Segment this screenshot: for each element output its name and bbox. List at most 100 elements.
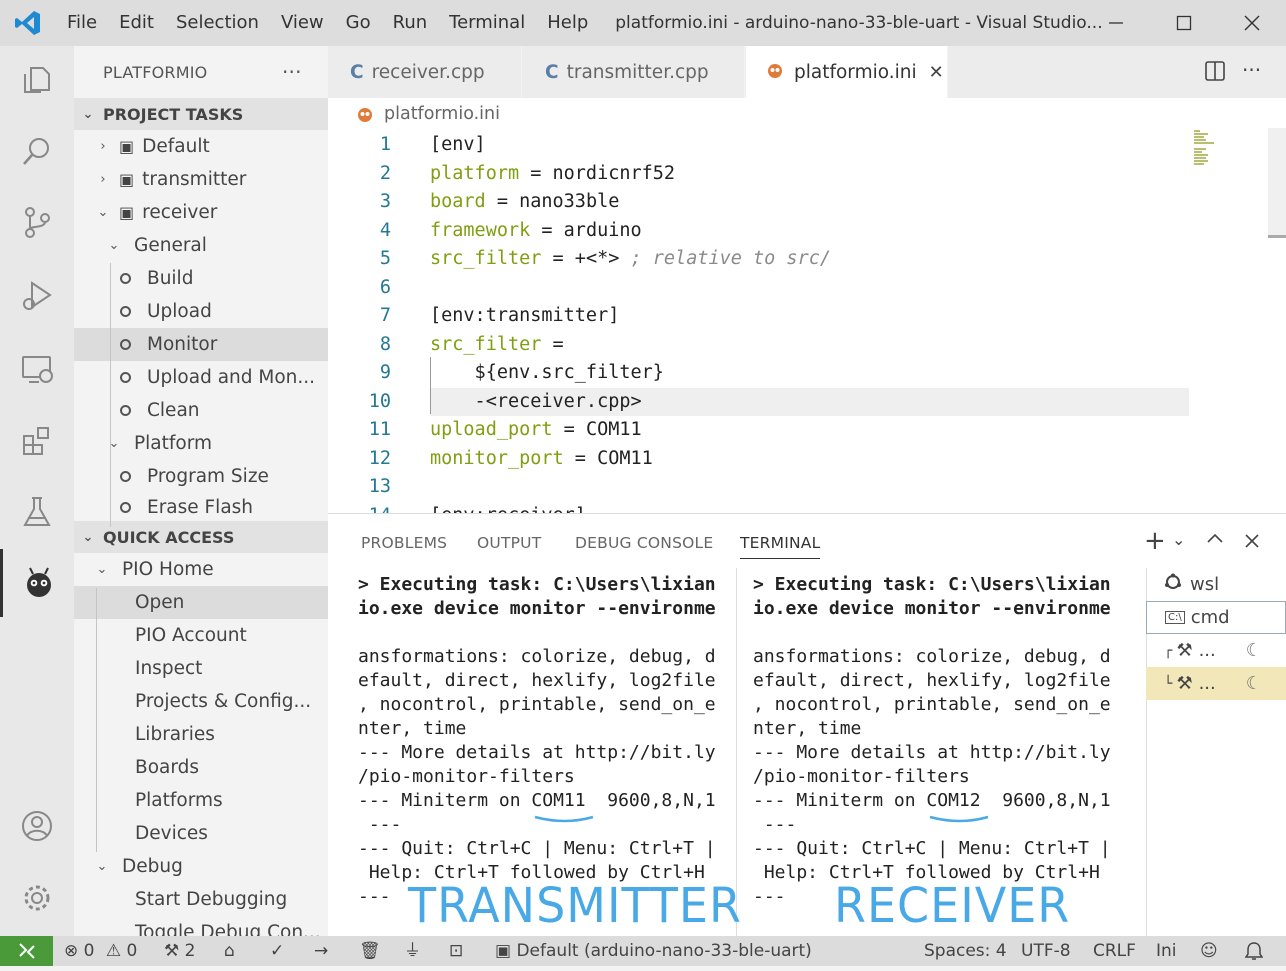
remote-indicator-button[interactable]	[0, 936, 53, 966]
group-pio-home[interactable]: ⌄ PIO Home	[74, 553, 328, 586]
new-terminal-icon[interactable]: +	[1144, 526, 1166, 556]
files-icon[interactable]	[0, 46, 74, 114]
pio-home-libraries[interactable]: Libraries	[74, 718, 328, 751]
debug-toggle-console[interactable]: Toggle Debug Con...	[74, 916, 328, 936]
more-actions-icon[interactable]: ···	[1242, 58, 1261, 82]
menu-help[interactable]: Help	[536, 0, 599, 46]
code-line[interactable]: 14 [env:receiver]	[328, 502, 1268, 514]
pio-terminal-button[interactable]: ⊡	[449, 936, 463, 966]
pio-serial-monitor-button[interactable]: ⏚	[404, 936, 421, 966]
code-line[interactable]: 9 ${env.src_filter}	[328, 359, 1268, 388]
group-platform[interactable]: ⌄ Platform	[74, 427, 328, 460]
quick-access-section[interactable]: ⌄ QUICK ACCESS	[74, 521, 328, 553]
terminal-right[interactable]: > Executing task: C:\Users\lixian io.exe …	[753, 573, 1111, 909]
menu-run[interactable]: Run	[382, 0, 439, 46]
menu-go[interactable]: Go	[335, 0, 382, 46]
menu-selection[interactable]: Selection	[165, 0, 270, 46]
group-general[interactable]: ⌄ General	[74, 229, 328, 262]
tab-platformio-ini[interactable]: platformio.ini ✕	[746, 46, 948, 98]
chevron-down-icon[interactable]: ⌄	[1172, 530, 1185, 549]
source-control-icon[interactable]	[0, 188, 74, 256]
panel-tab-problems[interactable]: PROBLEMS	[361, 534, 447, 552]
minimize-button[interactable]	[1082, 0, 1150, 46]
eol-status[interactable]: CRLF	[1093, 936, 1136, 966]
problems-status[interactable]: ⊗ 0 ⚠ 0	[64, 936, 137, 966]
close-window-button[interactable]	[1218, 0, 1286, 46]
code-line[interactable]: 6	[328, 274, 1268, 303]
task-upload[interactable]: Upload	[74, 295, 328, 328]
maximize-button[interactable]	[1150, 0, 1218, 46]
terminal-left[interactable]: > Executing task: C:\Users\lixian io.exe …	[358, 573, 716, 909]
notifications-bell-icon[interactable]	[1244, 936, 1264, 966]
code-line[interactable]: 4 framework = arduino	[328, 217, 1268, 246]
terminal-item-task-1[interactable]: ┌ ⚒ ... ☾	[1146, 634, 1286, 667]
pio-clean-button[interactable]: 🗑	[359, 936, 381, 966]
pio-home-open[interactable]: Open	[74, 586, 328, 619]
group-debug[interactable]: ⌄ Debug	[74, 850, 328, 883]
code-editor[interactable]: platformio.ini 1 [env] 2 platform = nordicn…	[328, 98, 1286, 513]
pio-home-button[interactable]: ⌂	[224, 936, 235, 966]
indentation-status[interactable]: Spaces: 4	[924, 936, 1007, 966]
settings-gear-icon[interactable]	[0, 864, 74, 932]
search-icon[interactable]	[0, 117, 74, 185]
pio-upload-button[interactable]: →	[314, 936, 328, 966]
language-mode-status[interactable]: Ini	[1156, 936, 1177, 966]
code-line[interactable]: 12 monitor_port = COM11	[328, 445, 1268, 474]
tasks-status[interactable]: ⚒ 2	[164, 936, 195, 966]
debug-start[interactable]: Start Debugging	[74, 883, 328, 916]
accounts-icon[interactable]	[0, 792, 74, 860]
pio-home-projects[interactable]: Projects & Config...	[74, 685, 328, 718]
extensions-icon[interactable]	[0, 407, 74, 475]
env-transmitter[interactable]: › ▣ transmitter	[74, 163, 328, 196]
env-receiver[interactable]: ⌄ ▣ receiver	[74, 196, 328, 229]
breadcrumb[interactable]: platformio.ini	[356, 104, 500, 124]
close-panel-icon[interactable]	[1245, 533, 1259, 552]
pio-home-devices[interactable]: Devices	[74, 817, 328, 850]
code-line[interactable]: 5 src_filter = +<*> ; relative to src/	[328, 245, 1268, 274]
split-editor-icon[interactable]	[1204, 60, 1226, 86]
testing-icon[interactable]	[0, 478, 74, 546]
pio-home-platforms[interactable]: Platforms	[74, 784, 328, 817]
code-line[interactable]: 7 [env:transmitter]	[328, 302, 1268, 331]
panel-tab-output[interactable]: OUTPUT	[477, 534, 541, 552]
platformio-icon[interactable]	[0, 549, 74, 617]
code-line[interactable]: 1 [env]	[328, 131, 1268, 160]
run-debug-icon[interactable]	[0, 261, 74, 329]
menu-edit[interactable]: Edit	[108, 0, 165, 46]
task-build[interactable]: Build	[74, 262, 328, 295]
menu-file[interactable]: File	[56, 0, 108, 46]
pio-home-boards[interactable]: Boards	[74, 751, 328, 784]
terminal-item-cmd[interactable]: C:\ cmd	[1146, 601, 1286, 634]
code-line[interactable]: 11 upload_port = COM11	[328, 416, 1268, 445]
project-tasks-section[interactable]: ⌄ PROJECT TASKS	[74, 98, 328, 130]
code-line[interactable]: 8 src_filter =	[328, 331, 1268, 360]
pio-build-button[interactable]: ✓	[270, 936, 284, 966]
close-tab-icon[interactable]: ✕	[929, 62, 944, 83]
task-clean[interactable]: Clean	[74, 394, 328, 427]
menu-terminal[interactable]: Terminal	[438, 0, 536, 46]
editor-scrollbar[interactable]	[1268, 128, 1286, 238]
pio-home-account[interactable]: PIO Account	[74, 619, 328, 652]
encoding-status[interactable]: UTF-8	[1021, 936, 1071, 966]
project-environment-switcher[interactable]: ▣ Default (arduino-nano-33-ble-uart)	[495, 936, 812, 966]
tab-transmitter-cpp[interactable]: C transmitter.cpp	[523, 46, 745, 98]
panel-tab-debug-console[interactable]: DEBUG CONSOLE	[575, 534, 713, 552]
task-program-size[interactable]: Program Size	[74, 460, 328, 493]
menu-view[interactable]: View	[270, 0, 335, 46]
panel-tab-terminal[interactable]: TERMINAL	[740, 534, 821, 559]
maximize-panel-icon[interactable]	[1206, 530, 1224, 549]
env-default[interactable]: › ▣ Default	[74, 130, 328, 163]
task-upload-and-monitor[interactable]: Upload and Mon...	[74, 361, 328, 394]
minimap[interactable]	[1194, 128, 1218, 168]
code-line[interactable]: 13	[328, 473, 1268, 502]
more-actions-button[interactable]: ···	[282, 60, 302, 84]
code-line[interactable]: 2 platform = nordicnrf52	[328, 160, 1268, 189]
remote-explorer-icon[interactable]	[0, 335, 74, 403]
tab-receiver-cpp[interactable]: C receiver.cpp	[328, 46, 522, 98]
feedback-icon[interactable]: ☺	[1200, 936, 1218, 966]
code-line[interactable]: 10 -<receiver.cpp>	[369, 387, 1189, 416]
task-erase-flash[interactable]: Erase Flash	[74, 493, 328, 521]
code-line[interactable]: 3 board = nano33ble	[328, 188, 1268, 217]
terminal-item-wsl[interactable]: wsl	[1146, 568, 1286, 601]
terminal-item-task-2[interactable]: └ ⚒ ... ☾	[1146, 667, 1286, 700]
